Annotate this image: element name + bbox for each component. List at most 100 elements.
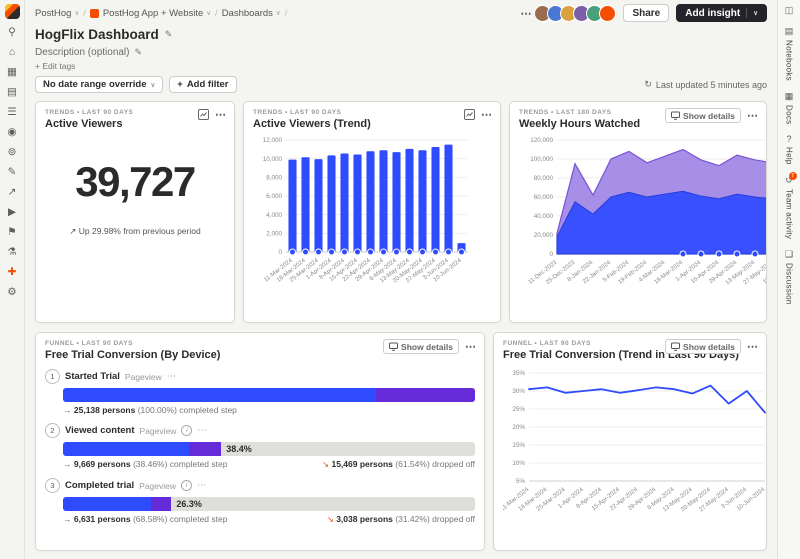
card-active-viewers-trend: TRENDS • LAST 90 DAYS ⋯ Active Viewers (…	[243, 101, 501, 323]
step-menu-icon[interactable]: ⋯	[197, 480, 207, 491]
completed-step-text[interactable]: → 6,631 persons (68.58%) completed step	[63, 514, 227, 525]
svg-text:80,000: 80,000	[534, 175, 554, 182]
avatar[interactable]	[599, 5, 616, 22]
sidebar-data-management-icon[interactable]: ☰	[5, 104, 20, 119]
funnel-bar[interactable]: 26.3%	[63, 497, 475, 511]
sidebar-cohorts-icon[interactable]: ⊚	[5, 144, 20, 159]
show-details-button[interactable]: Show details	[665, 339, 741, 354]
info-icon[interactable]: i	[181, 425, 192, 436]
sidebar-settings-icon[interactable]: ⚙	[5, 284, 20, 299]
chevron-down-icon[interactable]: ∨	[753, 9, 758, 17]
chevron-down-icon: ∨	[276, 9, 281, 17]
card-weekly-hours-watched: TRENDS • LAST 180 DAYS Show details ⋯ We…	[509, 101, 767, 323]
description-placeholder[interactable]: Description (optional)	[35, 47, 130, 58]
line-chart-funnel-trend[interactable]: 5%10%15%20%25%30%35%11-Mar-202418-Mar-20…	[503, 365, 757, 533]
dashboard-grid: TRENDS • LAST 90 DAYS ⋯ Active Viewers 3…	[25, 95, 777, 559]
svg-text:10,000: 10,000	[263, 156, 283, 163]
sidebar-annotations-icon[interactable]: ✎	[5, 164, 20, 179]
bar-chart-active-viewers[interactable]: 02,0004,0006,0008,00010,00012,00011-Mar-…	[253, 134, 491, 302]
step-menu-icon[interactable]: ⋯	[167, 371, 177, 382]
edit-description-icon[interactable]: ✎	[135, 47, 143, 58]
svg-text:8,000: 8,000	[266, 175, 282, 182]
funnel-bar-segment	[63, 442, 189, 456]
info-icon[interactable]: i	[181, 480, 192, 491]
right-rail-docs[interactable]: ▦Docs	[785, 91, 794, 124]
share-button[interactable]: Share	[623, 4, 669, 22]
svg-text:15%: 15%	[512, 442, 525, 449]
date-range-override-button[interactable]: No date range override ∨	[35, 76, 163, 93]
collapse-sidebar-icon[interactable]: ◫	[785, 5, 794, 16]
card-menu-icon[interactable]: ⋯	[465, 340, 476, 353]
breadcrumb-separator: /	[215, 8, 218, 19]
svg-text:25%: 25%	[512, 406, 525, 413]
posthog-logo-icon[interactable]	[5, 4, 20, 19]
add-insight-label: Add insight	[685, 8, 740, 19]
filter-row: No date range override ∨ + Add filter ↻ …	[25, 71, 777, 95]
completed-step-text[interactable]: → 9,669 persons (38.46%) completed step	[63, 459, 227, 470]
dropped-off-text[interactable]: ↘ 15,469 persons (61.54%) dropped off	[322, 459, 475, 470]
breadcrumb-org[interactable]: PostHog ∨	[35, 8, 79, 19]
discussion-icon: ❏	[785, 249, 793, 260]
sidebar-notebooks-icon[interactable]: ▤	[5, 84, 20, 99]
edit-title-icon[interactable]: ✎	[165, 29, 173, 40]
funnel-bar[interactable]	[63, 388, 475, 402]
open-insight-icon[interactable]	[198, 109, 209, 120]
show-details-button[interactable]: Show details	[665, 108, 741, 123]
funnel-step-2: 2 Viewed content Pageview i ⋯ 38.4% →	[45, 423, 475, 470]
date-range-override-label: No date range override	[43, 79, 146, 90]
sidebar-insights-icon[interactable]: ↗	[5, 184, 20, 199]
area-chart-weekly-hours[interactable]: 020,00040,00060,00080,000100,000120,0001…	[519, 134, 757, 306]
funnel-bar-segment	[151, 497, 171, 511]
card-menu-icon[interactable]: ⋯	[747, 109, 758, 122]
svg-text:5%: 5%	[516, 478, 526, 485]
add-insight-button[interactable]: Add insight ∨	[676, 4, 767, 22]
svg-text:10%: 10%	[512, 460, 525, 467]
step-event-type: Pageview	[139, 481, 176, 491]
step-menu-icon[interactable]: ⋯	[197, 425, 207, 436]
help-icon: ?	[786, 134, 791, 144]
dropped-off-text[interactable]: ↘ 3,038 persons (31.42%) dropped off	[327, 514, 475, 525]
sidebar-search-icon[interactable]: ⚲	[5, 24, 20, 39]
step-number: 2	[45, 423, 60, 438]
breadcrumb-dashboards[interactable]: Dashboards ∨	[222, 8, 281, 19]
card-title[interactable]: Active Viewers (Trend)	[253, 118, 491, 130]
chevron-down-icon: ∨	[150, 81, 155, 89]
sidebar-feature-flags-icon[interactable]: ⚑	[5, 224, 20, 239]
sidebar-home-icon[interactable]: ⌂	[5, 44, 20, 59]
step-name[interactable]: Started Trial	[65, 371, 120, 382]
add-filter-button[interactable]: + Add filter	[169, 76, 236, 93]
funnel-bar-segment	[63, 497, 151, 511]
sidebar-toolbar-icon[interactable]: ✚	[5, 264, 20, 279]
funnel-bar[interactable]: 38.4%	[63, 442, 475, 456]
completed-step-text[interactable]: → 25,138 persons (100.00%) completed ste…	[63, 405, 237, 415]
right-rail-discussion[interactable]: ❏Discussion	[785, 249, 794, 305]
show-details-button[interactable]: Show details	[383, 339, 459, 354]
card-menu-icon[interactable]: ⋯	[215, 108, 226, 121]
right-rail-team-activity[interactable]: ↺7Team activity	[785, 175, 794, 239]
sidebar-session-replay-icon[interactable]: ▶	[5, 204, 20, 219]
svg-text:2,000: 2,000	[266, 231, 282, 238]
notebooks-label: Notebooks	[785, 40, 794, 81]
sidebar-persons-icon[interactable]: ◉	[5, 124, 20, 139]
dropped-arrow-icon: ↘	[322, 459, 329, 469]
right-rail-notebooks[interactable]: ▤Notebooks	[785, 26, 794, 81]
last-updated-button[interactable]: ↻ Last updated 5 minutes ago	[644, 79, 767, 90]
main-area: PostHog ∨ / PostHog App + Website ∨ / Da…	[25, 0, 777, 559]
docs-label: Docs	[785, 105, 794, 124]
card-funnel-by-device: FUNNEL • LAST 90 DAYS Show details ⋯ Fre…	[35, 332, 485, 551]
sidebar-experiments-icon[interactable]: ⚗	[5, 244, 20, 259]
more-menu-icon[interactable]: ⋯	[520, 7, 531, 20]
edit-tags-button[interactable]: + Edit tags	[35, 61, 75, 71]
sidebar-dashboards-icon[interactable]: ▦	[5, 64, 20, 79]
step-name[interactable]: Completed trial	[65, 480, 134, 491]
breadcrumb: PostHog ∨ / PostHog App + Website ∨ / Da…	[35, 8, 287, 19]
card-menu-icon[interactable]: ⋯	[747, 340, 758, 353]
open-insight-icon[interactable]	[464, 109, 475, 120]
card-active-viewers: TRENDS • LAST 90 DAYS ⋯ Active Viewers 3…	[35, 101, 235, 323]
breadcrumb-project[interactable]: PostHog App + Website ∨	[103, 8, 211, 19]
svg-text:100,000: 100,000	[530, 156, 553, 163]
card-menu-icon[interactable]: ⋯	[481, 108, 492, 121]
collaborator-avatars[interactable]	[538, 5, 616, 22]
step-name[interactable]: Viewed content	[65, 425, 135, 436]
right-rail-help[interactable]: ?Help	[785, 134, 794, 165]
